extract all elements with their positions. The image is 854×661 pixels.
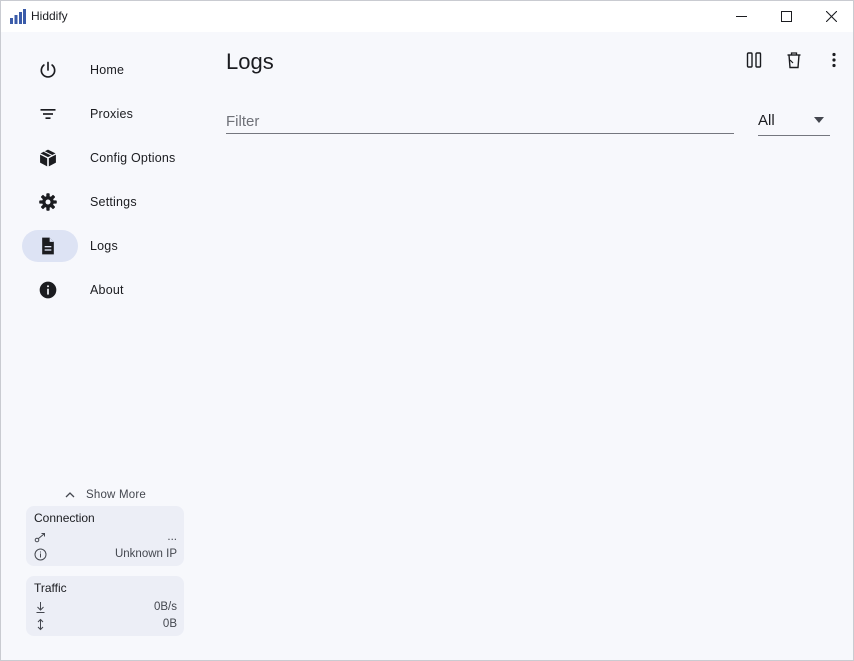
traffic-total-row: 0B <box>34 618 177 632</box>
sidebar-item-label: Proxies <box>90 107 134 121</box>
connection-status-row: ... <box>34 531 177 545</box>
close-icon <box>825 11 837 22</box>
sidebar-item-proxies[interactable]: Proxies <box>22 98 192 130</box>
connection-title: Connection <box>34 511 95 525</box>
filter-input[interactable] <box>226 111 734 131</box>
more-vert-icon <box>832 52 836 68</box>
close-button[interactable] <box>808 1 854 32</box>
sidebar-item-label: Config Options <box>90 151 176 165</box>
filter-field[interactable] <box>226 111 734 134</box>
minimize-icon <box>735 16 747 17</box>
sidebar-item-label: Settings <box>90 195 137 209</box>
clear-logs-button[interactable] <box>783 49 805 71</box>
pause-button[interactable] <box>743 49 765 71</box>
maximize-icon <box>780 11 792 22</box>
show-more-label: Show More <box>86 489 146 501</box>
link-icon <box>34 533 45 543</box>
sidebar-item-label: About <box>90 283 124 297</box>
ip-address-value: Unknown IP <box>114 548 177 560</box>
window-title: Hiddify <box>31 9 68 23</box>
box-icon <box>40 149 56 167</box>
app-logo-icon <box>10 9 26 24</box>
page-title: Logs <box>226 49 274 74</box>
log-level-value: All <box>758 112 775 129</box>
app-window: Hiddify Home Proxies Config Options Sett… <box>0 0 854 661</box>
pause-icon <box>746 52 762 68</box>
power-icon <box>40 61 56 78</box>
connection-card: Connection ... Unknown IP <box>26 506 184 566</box>
traffic-title: Traffic <box>34 581 67 595</box>
download-arrow-icon <box>36 602 45 613</box>
log-level-dropdown[interactable]: All <box>758 111 830 136</box>
document-icon <box>42 237 54 255</box>
connection-status-value: ... <box>167 531 177 543</box>
traffic-card: Traffic 0B/s 0B <box>26 576 184 636</box>
sidebar-item-label: Home <box>90 63 125 77</box>
info-outline-icon <box>34 548 47 561</box>
traffic-total-value: 0B <box>162 618 177 630</box>
gear-icon <box>39 193 57 211</box>
traffic-speed-value: 0B/s <box>153 601 177 613</box>
show-more-button[interactable]: Show More <box>63 488 146 502</box>
dropdown-arrow-icon <box>814 117 824 123</box>
minimize-button[interactable] <box>718 1 764 32</box>
up-down-arrow-icon <box>37 618 44 631</box>
sidebar-item-logs[interactable]: Logs <box>22 230 192 262</box>
sidebar-item-config-options[interactable]: Config Options <box>22 142 192 174</box>
clear-trash-icon <box>787 52 801 69</box>
sidebar-item-settings[interactable]: Settings <box>22 186 192 218</box>
sidebar-item-label: Logs <box>90 239 118 253</box>
sidebar-item-home[interactable]: Home <box>22 54 192 86</box>
title-bar[interactable]: Hiddify <box>1 1 853 32</box>
info-icon <box>39 281 57 299</box>
filter-list-icon <box>40 109 56 119</box>
maximize-button[interactable] <box>763 1 809 32</box>
connection-ip-row: Unknown IP <box>34 548 177 562</box>
more-options-button[interactable] <box>823 49 845 71</box>
chevron-up-icon <box>65 492 75 498</box>
sidebar-item-about[interactable]: About <box>22 274 192 306</box>
traffic-speed-row: 0B/s <box>34 601 177 615</box>
